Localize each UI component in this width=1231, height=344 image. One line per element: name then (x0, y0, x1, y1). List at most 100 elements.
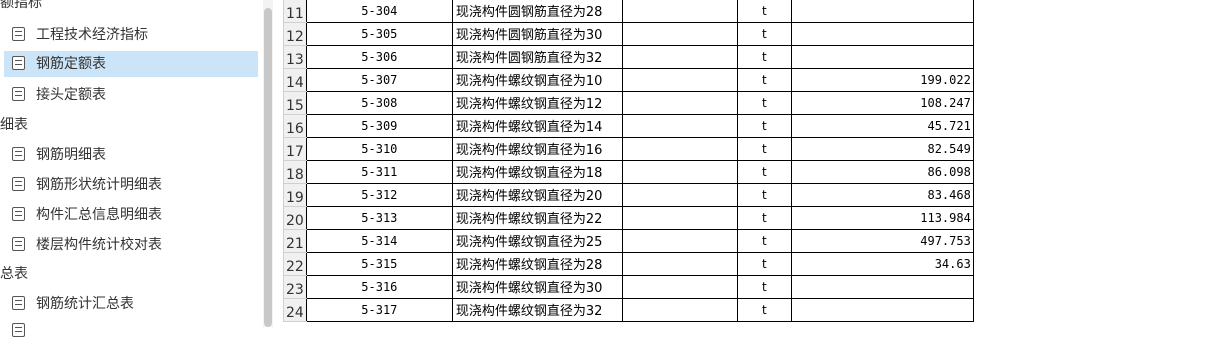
quantity-cell[interactable]: 497.753 (790, 228, 974, 253)
row-number[interactable]: 20 (283, 205, 307, 230)
item-name-cell[interactable]: 现浇构件圆钢筋直径为32 (451, 44, 623, 69)
quantity-cell[interactable] (790, 274, 974, 299)
row-number[interactable]: 12 (283, 21, 307, 46)
tree-item-rebar-detail[interactable]: 钢筋明细表 (4, 142, 258, 168)
table-row[interactable]: 13 5-306 现浇构件圆钢筋直径为32 t (283, 44, 974, 69)
quota-code-cell[interactable]: 5-305 (305, 21, 453, 46)
item-name-cell[interactable]: 现浇构件螺纹钢直径为16 (451, 136, 623, 161)
quantity-cell[interactable]: 108.247 (790, 90, 974, 115)
unit-cell[interactable]: t (736, 136, 792, 161)
row-number[interactable]: 18 (283, 159, 307, 184)
table-row[interactable]: 19 5-312 现浇构件螺纹钢直径为20 t 83.468 (283, 182, 974, 207)
quota-code-cell[interactable]: 5-310 (305, 136, 453, 161)
unit-cell[interactable]: t (736, 0, 792, 23)
unit-cell[interactable]: t (736, 90, 792, 115)
table-row[interactable]: 20 5-313 现浇构件螺纹钢直径为22 t 113.984 (283, 205, 974, 230)
table-row[interactable]: 22 5-315 现浇构件螺纹钢直径为28 t 34.63 (283, 251, 974, 276)
quota-code-cell[interactable]: 5-315 (305, 251, 453, 276)
item-name-cell[interactable]: 现浇构件圆钢筋直径为28 (451, 0, 623, 23)
tree-item-component-summary-detail[interactable]: 构件汇总信息明细表 (4, 202, 258, 228)
unit-cell[interactable]: t (736, 297, 792, 322)
item-name-cell[interactable]: 现浇构件螺纹钢直径为28 (451, 251, 623, 276)
quota-code-cell[interactable]: 5-314 (305, 228, 453, 253)
tree-item-rebar-shape-detail[interactable]: 钢筋形状统计明细表 (4, 172, 258, 198)
tree-item-rebar-statistics-summary[interactable]: 钢筋统计汇总表 (4, 291, 258, 317)
quantity-cell[interactable] (790, 44, 974, 69)
quota-code-cell[interactable]: 5-307 (305, 67, 453, 92)
item-name-cell[interactable]: 现浇构件圆钢筋直径为30 (451, 21, 623, 46)
row-number[interactable]: 19 (283, 182, 307, 207)
spacer-cell[interactable] (621, 205, 738, 230)
row-number[interactable]: 22 (283, 251, 307, 276)
quantity-cell[interactable]: 86.098 (790, 159, 974, 184)
table-row[interactable]: 23 5-316 现浇构件螺纹钢直径为30 t (283, 274, 974, 299)
row-number[interactable]: 11 (283, 0, 307, 23)
table-row[interactable]: 24 5-317 现浇构件螺纹钢直径为32 t (283, 297, 974, 322)
quota-code-cell[interactable]: 5-312 (305, 182, 453, 207)
quota-code-cell[interactable]: 5-313 (305, 205, 453, 230)
table-row[interactable]: 12 5-305 现浇构件圆钢筋直径为30 t (283, 21, 974, 46)
unit-cell[interactable]: t (736, 159, 792, 184)
row-number[interactable]: 13 (283, 44, 307, 69)
row-number[interactable]: 23 (283, 274, 307, 299)
spacer-cell[interactable] (621, 0, 738, 23)
tree-item-rebar-quota-table[interactable]: 钢筋定额表 (4, 51, 258, 77)
unit-cell[interactable]: t (736, 228, 792, 253)
quota-code-cell[interactable]: 5-304 (305, 0, 453, 23)
item-name-cell[interactable]: 现浇构件螺纹钢直径为22 (451, 205, 623, 230)
tree-item-joint-quota-table[interactable]: 接头定额表 (4, 82, 258, 108)
table-row[interactable]: 15 5-308 现浇构件螺纹钢直径为12 t 108.247 (283, 90, 974, 115)
quantity-cell[interactable]: 82.549 (790, 136, 974, 161)
row-number[interactable]: 16 (283, 113, 307, 138)
row-number[interactable]: 24 (283, 297, 307, 322)
table-row[interactable]: 16 5-309 现浇构件螺纹钢直径为14 t 45.721 (283, 113, 974, 138)
sidebar-scrollbar[interactable] (263, 0, 273, 327)
quota-code-cell[interactable]: 5-311 (305, 159, 453, 184)
quota-code-cell[interactable]: 5-316 (305, 274, 453, 299)
item-name-cell[interactable]: 现浇构件螺纹钢直径为18 (451, 159, 623, 184)
unit-cell[interactable]: t (736, 182, 792, 207)
item-name-cell[interactable]: 现浇构件螺纹钢直径为12 (451, 90, 623, 115)
quantity-cell[interactable]: 199.022 (790, 67, 974, 92)
spacer-cell[interactable] (621, 297, 738, 322)
spacer-cell[interactable] (621, 67, 738, 92)
tree-item-partial[interactable] (4, 318, 258, 344)
unit-cell[interactable]: t (736, 205, 792, 230)
quantity-cell[interactable]: 113.984 (790, 205, 974, 230)
spacer-cell[interactable] (621, 113, 738, 138)
quota-code-cell[interactable]: 5-308 (305, 90, 453, 115)
quantity-cell[interactable] (790, 21, 974, 46)
tree-item-engineering-indicators[interactable]: 工程技术经济指标 (4, 22, 258, 48)
unit-cell[interactable]: t (736, 67, 792, 92)
quota-code-cell[interactable]: 5-317 (305, 297, 453, 322)
item-name-cell[interactable]: 现浇构件螺纹钢直径为30 (451, 274, 623, 299)
quantity-cell[interactable] (790, 297, 974, 322)
item-name-cell[interactable]: 现浇构件螺纹钢直径为10 (451, 67, 623, 92)
unit-cell[interactable]: t (736, 274, 792, 299)
row-number[interactable]: 14 (283, 67, 307, 92)
spacer-cell[interactable] (621, 274, 738, 299)
spacer-cell[interactable] (621, 90, 738, 115)
unit-cell[interactable]: t (736, 251, 792, 276)
quantity-cell[interactable]: 34.63 (790, 251, 974, 276)
spacer-cell[interactable] (621, 251, 738, 276)
item-name-cell[interactable]: 现浇构件螺纹钢直径为25 (451, 228, 623, 253)
quantity-cell[interactable]: 83.468 (790, 182, 974, 207)
tree-group-detail-tables[interactable]: 细表 (0, 112, 28, 138)
table-row[interactable]: 17 5-310 现浇构件螺纹钢直径为16 t 82.549 (283, 136, 974, 161)
spacer-cell[interactable] (621, 44, 738, 69)
row-number[interactable]: 17 (283, 136, 307, 161)
unit-cell[interactable]: t (736, 44, 792, 69)
unit-cell[interactable]: t (736, 21, 792, 46)
spacer-cell[interactable] (621, 21, 738, 46)
scrollbar-thumb[interactable] (264, 8, 272, 327)
row-number[interactable]: 21 (283, 228, 307, 253)
quota-code-cell[interactable]: 5-306 (305, 44, 453, 69)
tree-group-summary-tables[interactable]: 总表 (0, 261, 28, 287)
spacer-cell[interactable] (621, 136, 738, 161)
table-row[interactable]: 14 5-307 现浇构件螺纹钢直径为10 t 199.022 (283, 67, 974, 92)
table-row[interactable]: 21 5-314 现浇构件螺纹钢直径为25 t 497.753 (283, 228, 974, 253)
table-row[interactable]: 18 5-311 现浇构件螺纹钢直径为18 t 86.098 (283, 159, 974, 184)
quantity-cell[interactable] (790, 0, 974, 23)
tree-group-quota-indicators[interactable]: 额指标 (0, 0, 42, 16)
